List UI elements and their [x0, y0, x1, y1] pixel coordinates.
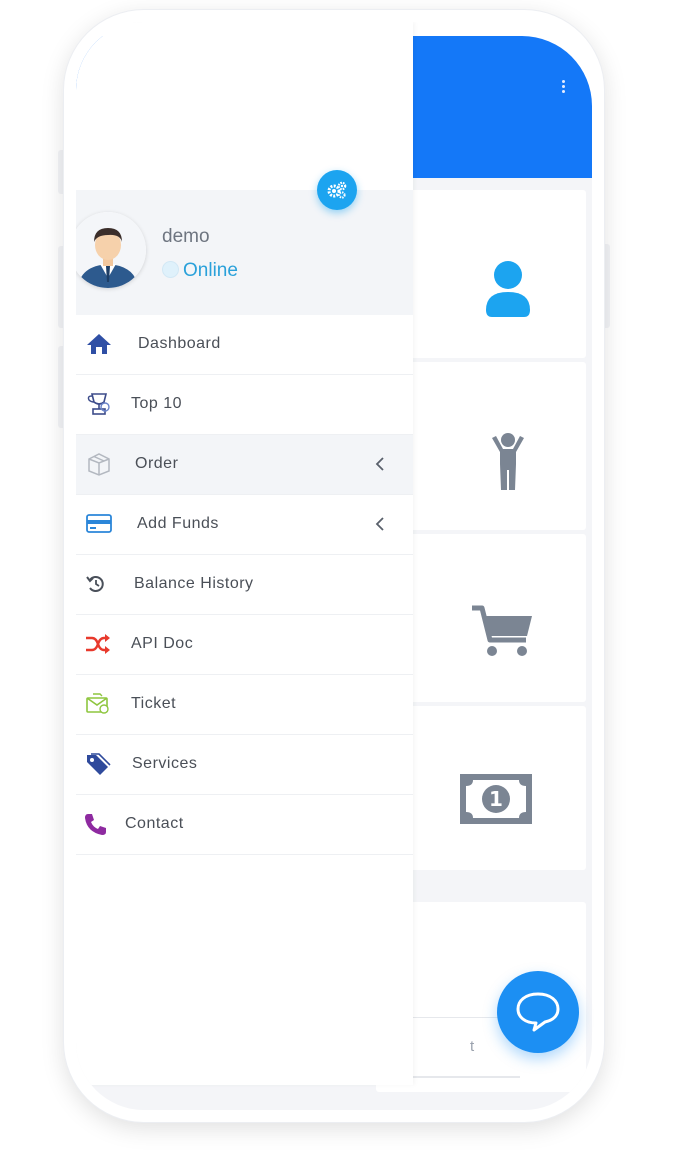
chevron-left-icon[interactable]	[374, 517, 386, 531]
history-icon	[86, 576, 104, 592]
chat-button[interactable]	[497, 971, 579, 1053]
home-icon	[87, 334, 111, 354]
menu-label: API Doc	[131, 635, 194, 652]
menu-label: Add Funds	[137, 515, 219, 532]
menu-label: Contact	[125, 815, 184, 832]
phone-screen: 1 t demo Online Dashboard Top 10 Order A…	[76, 22, 592, 1110]
avatar[interactable]	[76, 212, 146, 288]
svg-text:1: 1	[489, 787, 503, 811]
person-icon	[492, 433, 524, 490]
navigation-drawer: demo Online Dashboard Top 10 Order Add F…	[76, 22, 413, 1085]
menu-item-api-doc[interactable]: API Doc	[76, 615, 413, 675]
menu-label: Services	[132, 755, 198, 772]
nav-menu: Dashboard Top 10 Order Add Funds Balance…	[76, 315, 413, 855]
menu-label: Top 10	[131, 395, 183, 412]
panel-label-fragment: t	[470, 1038, 475, 1055]
menu-label: Ticket	[131, 695, 177, 712]
settings-button[interactable]	[317, 170, 357, 210]
menu-label: Balance History	[134, 575, 254, 592]
user-name: demo	[162, 226, 210, 247]
money-bill-icon: 1	[460, 774, 532, 824]
menu-item-add-funds[interactable]: Add Funds	[76, 495, 413, 555]
menu-label: Dashboard	[138, 335, 221, 352]
tags-icon	[87, 753, 111, 775]
menu-item-services[interactable]: Services	[76, 735, 413, 795]
chat-bubble-icon	[516, 992, 560, 1032]
menu-label: Order	[135, 455, 179, 472]
menu-item-dashboard[interactable]: Dashboard	[76, 315, 413, 375]
user-icon	[486, 261, 530, 317]
panel-underline	[396, 1076, 520, 1078]
menu-item-top-10[interactable]: Top 10	[76, 375, 413, 435]
box-icon	[88, 453, 110, 476]
credit-card-icon	[86, 514, 112, 533]
phone-frame: 1 t demo Online Dashboard Top 10 Order A…	[64, 10, 604, 1122]
menu-item-ticket[interactable]: Ticket	[76, 675, 413, 735]
menu-item-order[interactable]: Order	[76, 435, 413, 495]
profile-section: demo Online	[76, 190, 413, 315]
chevron-left-icon[interactable]	[374, 457, 386, 471]
user-avatar-icon	[76, 212, 146, 288]
phone-icon	[85, 814, 106, 835]
menu-item-balance-history[interactable]: Balance History	[76, 555, 413, 615]
trophy-icon	[87, 393, 110, 415]
gears-icon	[327, 181, 347, 199]
ticket-icon	[86, 693, 109, 714]
shopping-cart-icon	[472, 605, 532, 656]
menu-item-contact[interactable]: Contact	[76, 795, 413, 855]
shuffle-icon	[86, 634, 110, 654]
kebab-menu-icon[interactable]	[562, 80, 566, 94]
user-status: Online	[162, 260, 238, 282]
status-label: Online	[183, 260, 238, 281]
online-indicator-icon	[162, 261, 179, 278]
